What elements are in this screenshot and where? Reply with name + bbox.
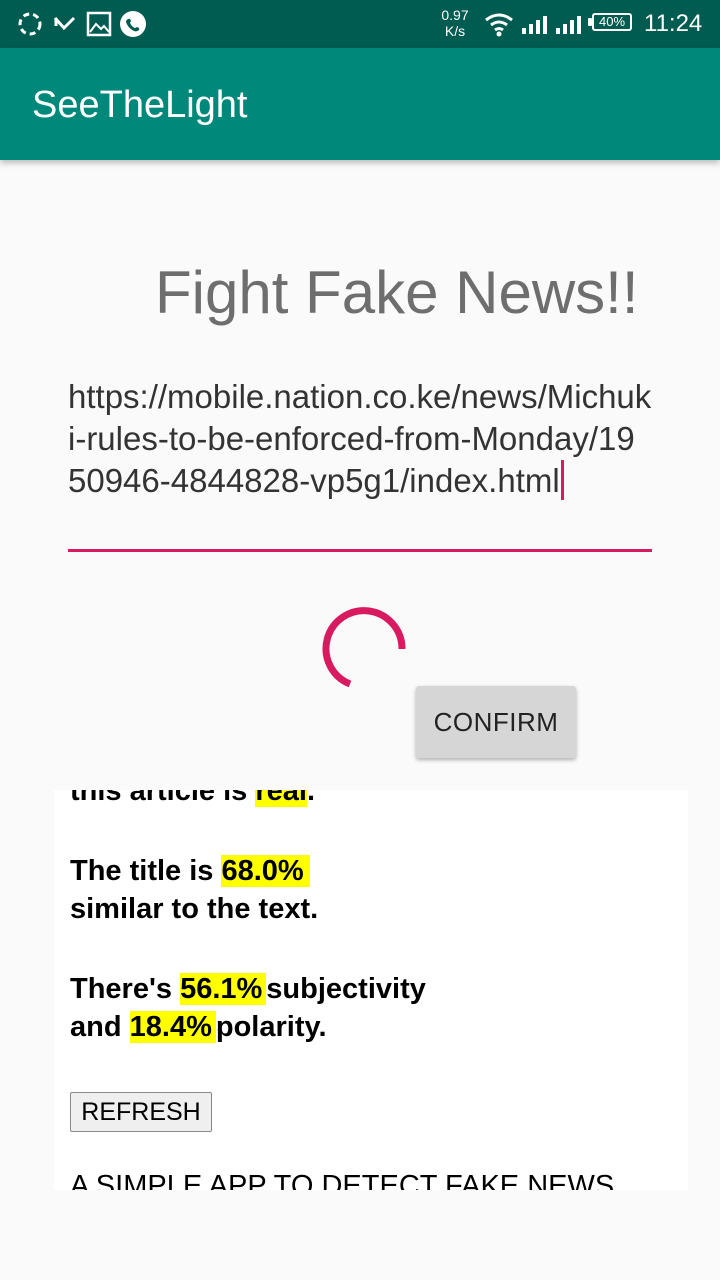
clock: 11:24 xyxy=(644,10,703,37)
url-input-value: https://mobile.nation.co.ke/news/Michuki… xyxy=(68,378,652,499)
app-bar: SeeTheLight xyxy=(0,48,720,160)
title-similarity-value: 68.0% xyxy=(221,855,310,887)
text-cursor xyxy=(560,460,564,500)
network-speed: 0.97 K/s xyxy=(441,7,469,39)
refresh-button[interactable]: REFRESH xyxy=(70,1092,212,1132)
sentiment-line: There's 56.1% subjectivity and 18.4% polar… xyxy=(70,973,426,1043)
url-input[interactable]: https://mobile.nation.co.ke/news/Michuki… xyxy=(68,376,652,552)
loading-spinner xyxy=(322,607,406,688)
page-headline: Fight Fake News!! xyxy=(155,259,639,326)
app-title: SeeTheLight xyxy=(32,84,248,126)
confirm-button[interactable]: CONFIRM xyxy=(416,686,576,758)
wifi-icon xyxy=(485,13,513,37)
status-bar: 0.97 K/s 40% 11:24 xyxy=(0,0,720,48)
subjectivity-value: 56.1% xyxy=(180,973,267,1005)
signal-icon xyxy=(522,16,547,34)
title-similarity-line: The title is 68.0% similar to the text. xyxy=(70,855,319,925)
sync-icon xyxy=(18,12,42,36)
app-description: A SIMPLE APP TO DETECT FAKE NEWS xyxy=(70,1170,615,1190)
whatsapp-icon xyxy=(120,11,146,37)
polarity-value: 18.4% xyxy=(129,1011,216,1043)
signal-icon xyxy=(556,16,581,34)
battery-level: 40% xyxy=(592,13,632,31)
verdict-value: real xyxy=(255,790,307,807)
image-icon xyxy=(86,11,112,37)
missed-call-icon xyxy=(53,16,76,31)
verdict-line: this article is real. xyxy=(70,790,315,810)
result-webview[interactable]: this article is real. The title is 68.0%… xyxy=(54,790,688,1190)
